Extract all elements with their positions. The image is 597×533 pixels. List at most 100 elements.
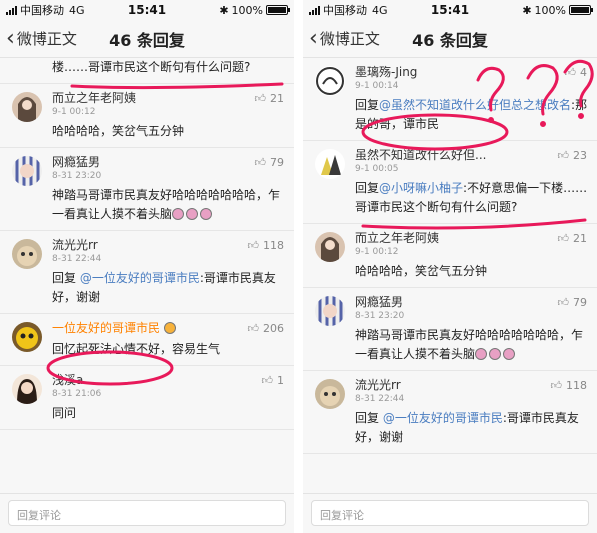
like-count: 118 [566, 379, 587, 392]
list-item[interactable]: 网瘾猛男 8-31 23:20 👍︎ 79 神踏马哥谭市民真友好哈哈哈哈哈哈哈，乍… [303, 288, 597, 371]
like-button[interactable]: 👍︎ 79 [255, 156, 285, 169]
avatar[interactable] [315, 66, 345, 96]
emoji-icon [503, 348, 516, 360]
avatar[interactable] [12, 156, 42, 186]
emoji-icon [163, 322, 176, 334]
avatar[interactable] [12, 374, 42, 404]
comment-time: 8-31 22:44 [355, 394, 405, 404]
avatar[interactable] [315, 149, 345, 179]
chevron-left-icon: ‹ [6, 25, 15, 51]
reply-bar: 回复评论 [303, 493, 597, 533]
signal-icon [309, 5, 320, 15]
nav-bar: ‹ 微博正文 46 条回复 [303, 20, 597, 58]
battery-percent: 100% [231, 3, 263, 17]
comment-author[interactable]: 墨璃殇-Jing [355, 64, 589, 80]
avatar[interactable] [12, 239, 42, 269]
avatar[interactable] [315, 379, 345, 409]
thumbs-up-icon: 👍︎ [247, 322, 260, 335]
like-button[interactable]: 👍︎ 118 [551, 379, 588, 392]
avatar[interactable] [315, 232, 345, 262]
like-count: 21 [573, 232, 587, 245]
comment-author[interactable]: 虽然不知道改什么好但... [355, 147, 589, 163]
thumbs-up-icon: 👍︎ [557, 232, 570, 245]
like-button[interactable]: 👍︎ 118 [248, 239, 285, 252]
back-label: 微博正文 [16, 30, 77, 48]
emoji-icon [172, 208, 185, 220]
like-count: 206 [263, 322, 284, 335]
back-button[interactable]: ‹ 微博正文 [303, 27, 380, 50]
comment-author[interactable]: 浅溪a [52, 372, 286, 388]
comment-list[interactable]: 墨璃殇-Jing 9-1 00:14 👍︎ 4 回复@虽然不知道改什么好但总之想改… [303, 58, 597, 493]
like-count: 23 [573, 149, 587, 162]
like-button[interactable]: 👍︎ 206 [248, 322, 285, 335]
list-item[interactable]: 而立之年老阿姨 9-1 00:12 👍︎ 21 哈哈哈哈，笑岔气五分钟 [0, 84, 294, 148]
right-screenshot: 中国移动 4G 15:41 ✱ 100% ‹ 微博正文 46 条回复 墨璃殇-J… [303, 0, 597, 533]
like-count: 79 [270, 156, 284, 169]
reply-prefix: 回复 [355, 411, 383, 425]
list-item[interactable]: 流光光rr 8-31 22:44 👍︎ 118 回复 @一位友好的哥谭市民:哥谭市… [0, 231, 294, 314]
thumbs-up-icon: 👍︎ [261, 374, 274, 387]
like-button[interactable]: 👍︎ 4 [565, 66, 588, 79]
like-button[interactable]: 👍︎ 21 [255, 92, 285, 105]
like-count: 118 [263, 239, 284, 252]
mention-link[interactable]: @一位友好的哥谭市民 [383, 411, 503, 425]
like-button[interactable]: 👍︎ 21 [558, 232, 588, 245]
list-item[interactable]: 一位友好的哥谭市民 👍︎ 206 回忆起死法心情不好，容易生气 [0, 314, 294, 366]
reply-input[interactable]: 回复评论 [311, 500, 589, 526]
list-item[interactable]: 而立之年老阿姨 9-1 00:12 👍︎ 21 哈哈哈哈，笑岔气五分钟 [303, 224, 597, 288]
avatar[interactable] [12, 322, 42, 352]
list-item[interactable]: 网瘾猛男 8-31 23:20 👍︎ 79 神踏马哥谭市民真友好哈哈哈哈哈哈哈，乍… [0, 148, 294, 231]
list-item[interactable]: 虽然不知道改什么好但... 9-1 00:05 👍︎ 23 回复@小呀嘛小柚子:不… [303, 141, 597, 224]
battery-icon [569, 5, 593, 15]
like-button[interactable]: 👍︎ 23 [558, 149, 588, 162]
comment-time: 9-1 00:12 [52, 107, 96, 117]
comment-text: 哈哈哈哈，笑岔气五分钟 [355, 264, 488, 278]
comment-text: 同问 [52, 406, 77, 420]
reply-prefix: 回复 [355, 181, 380, 195]
comment-time: 8-31 22:44 [52, 254, 102, 264]
thumbs-up-icon: 👍︎ [247, 239, 260, 252]
like-count: 79 [573, 296, 587, 309]
like-count: 4 [580, 66, 587, 79]
thumbs-up-icon: 👍︎ [557, 149, 570, 162]
battery-percent: 100% [534, 3, 566, 17]
comment-author[interactable]: 而立之年老阿姨 [52, 90, 286, 106]
emoji-icon [200, 208, 213, 220]
thumbs-up-icon: 👍︎ [254, 92, 267, 105]
mention-link[interactable]: @一位友好的哥谭市民 [80, 271, 200, 285]
comment-author[interactable]: 而立之年老阿姨 [355, 230, 589, 246]
reply-prefix: 回复 [355, 98, 380, 112]
list-item[interactable]: 墨璃殇-Jing 9-1 00:14 👍︎ 4 回复@虽然不知道改什么好但总之想改… [303, 58, 597, 141]
back-button[interactable]: ‹ 微博正文 [0, 25, 77, 51]
like-button[interactable]: 👍︎ 1 [262, 374, 285, 387]
comment-list[interactable]: 楼……哥谭市民这个断句有什么问题? 而立之年老阿姨 9-1 00:12 👍︎ 21… [0, 58, 294, 493]
comment-author[interactable]: 网瘾猛男 [355, 294, 589, 310]
nav-bar: ‹ 微博正文 46 条回复 [0, 20, 294, 58]
comment-time: 8-31 21:06 [52, 389, 102, 399]
thumbs-up-icon: 👍︎ [564, 66, 577, 79]
emoji-icon [489, 348, 502, 360]
avatar[interactable] [315, 296, 345, 326]
comment-text: 回忆起死法心情不好，容易生气 [52, 342, 221, 356]
mention-link[interactable]: @小呀嘛小柚子 [379, 181, 463, 195]
like-count: 21 [270, 92, 284, 105]
thumbs-up-icon: 👍︎ [254, 156, 267, 169]
comment-time: 9-1 00:05 [355, 164, 399, 174]
bluetooth-icon: ✱ [522, 3, 532, 17]
reply-input[interactable]: 回复评论 [8, 500, 286, 526]
thumbs-up-icon: 👍︎ [550, 379, 563, 392]
truncated-text: 哥谭市民这个断句有什么问题? [88, 60, 251, 74]
like-count: 1 [277, 374, 284, 387]
avatar[interactable] [12, 92, 42, 122]
comment-author[interactable]: 网瘾猛男 [52, 154, 286, 170]
status-bar: 中国移动 4G 15:41 ✱ 100% [0, 0, 294, 20]
truncated-prefix: 楼…… [52, 60, 89, 74]
list-item[interactable]: 浅溪a 8-31 21:06 👍︎ 1 同问 [0, 366, 294, 430]
comment-text: 哈哈哈哈，笑岔气五分钟 [52, 124, 185, 138]
mention-link[interactable]: @虽然不知道改什么好但总之想改名 [379, 98, 571, 112]
list-item[interactable]: 流光光rr 8-31 22:44 👍︎ 118 回复 @一位友好的哥谭市民:哥谭市… [303, 371, 597, 454]
comment-text: 神踏马哥谭市民真友好哈哈哈哈哈哈哈，乍一看真让人摸不着头脑 [355, 328, 584, 361]
emoji-icon [475, 348, 488, 360]
like-button[interactable]: 👍︎ 79 [558, 296, 588, 309]
emoji-icon [186, 208, 199, 220]
